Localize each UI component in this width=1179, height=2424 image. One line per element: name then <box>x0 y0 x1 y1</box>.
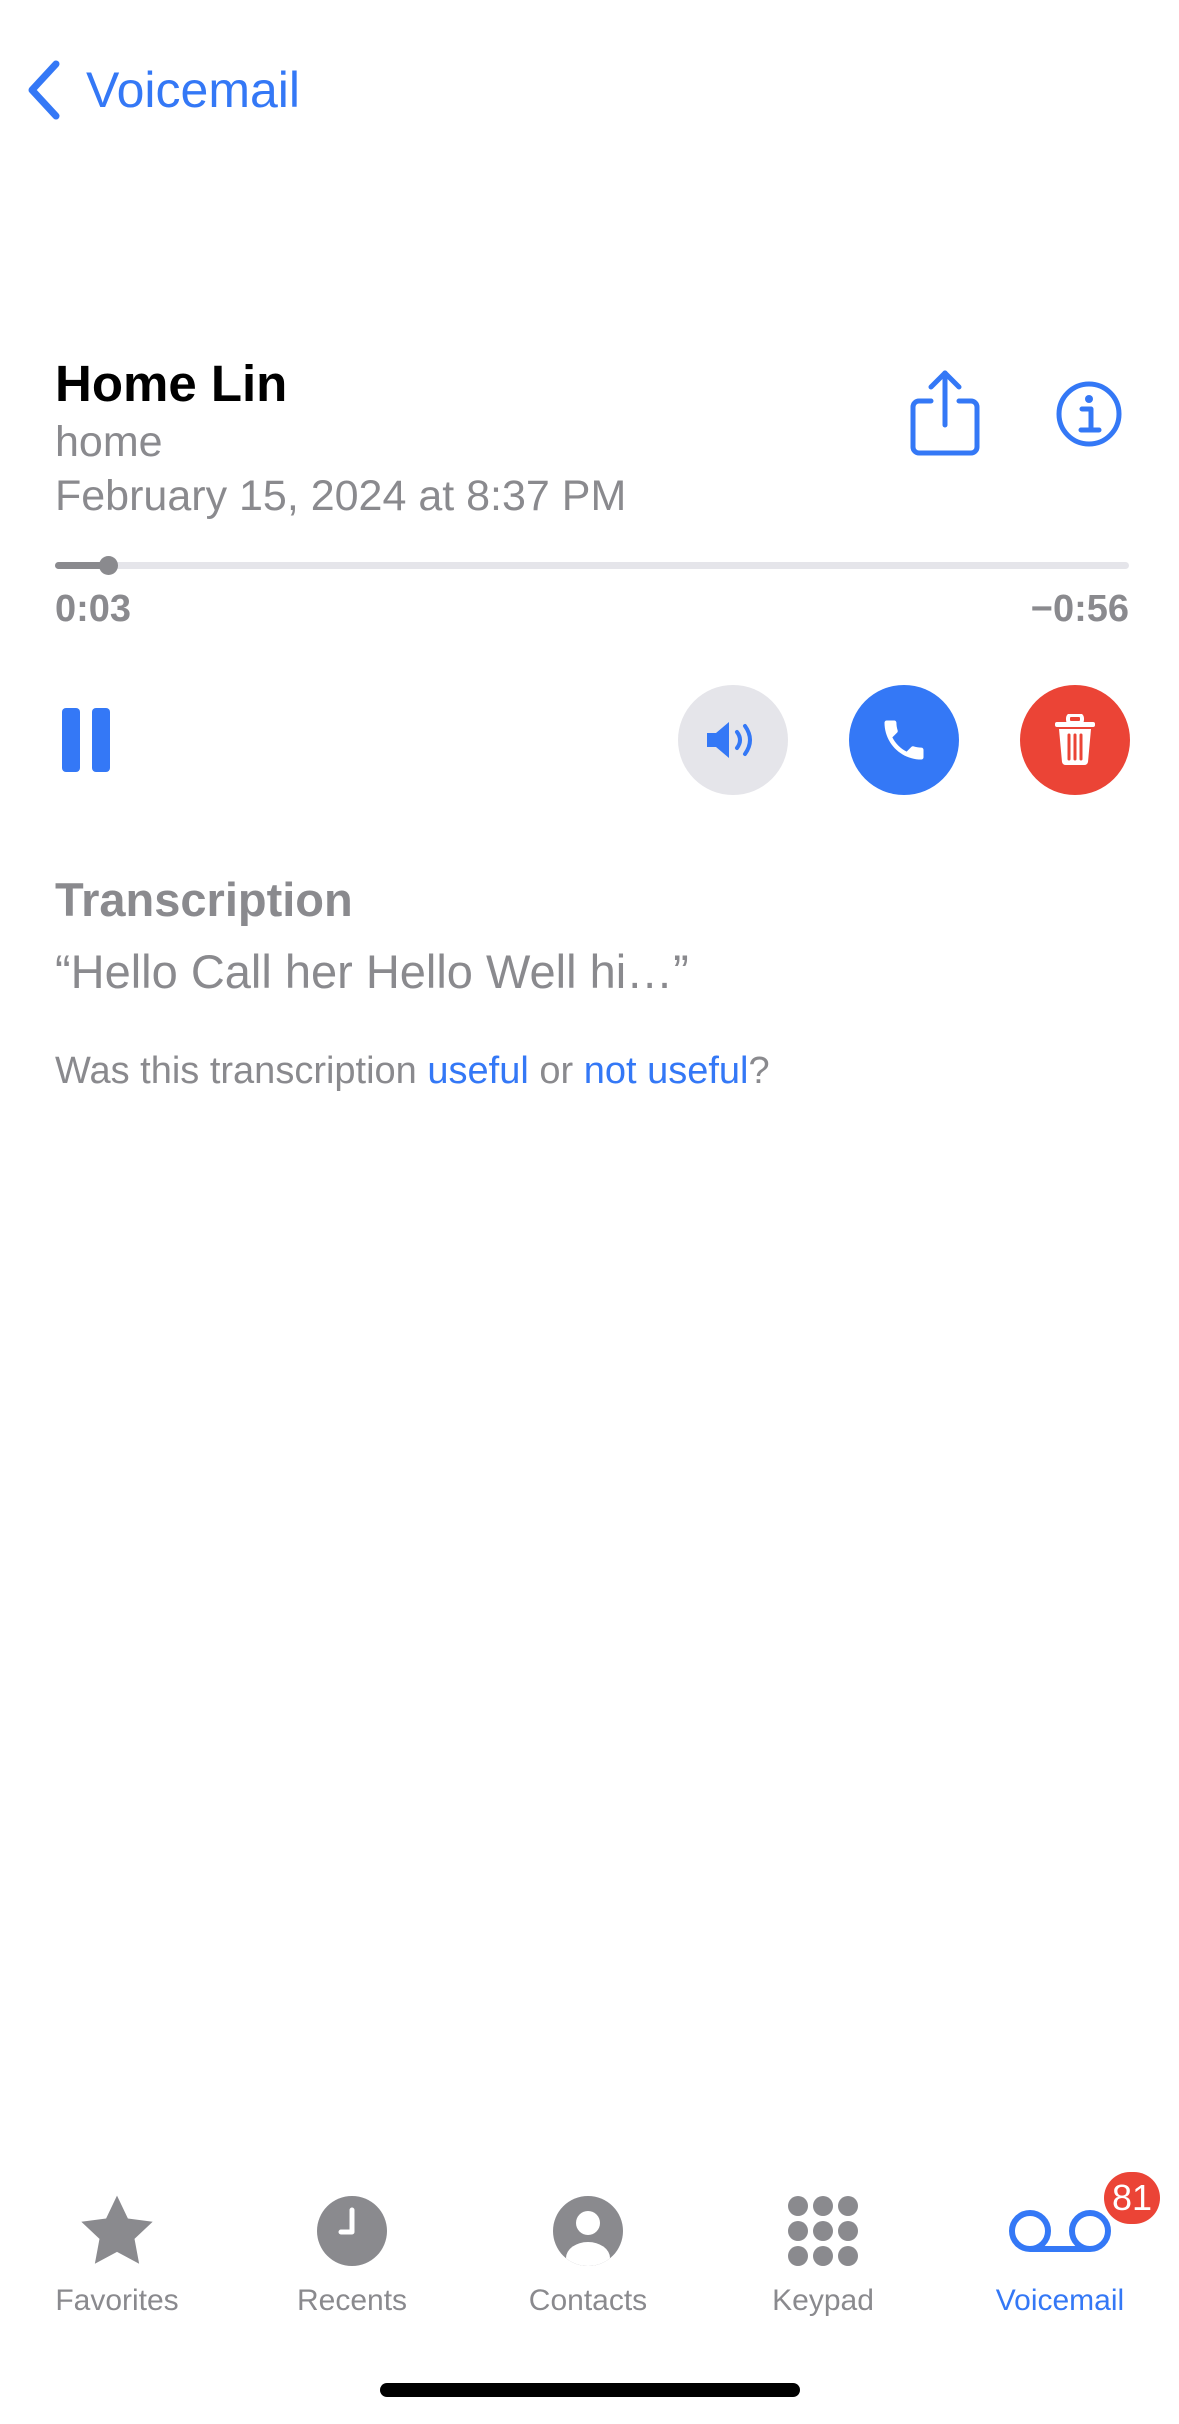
elapsed-time: 0:03 <box>55 588 132 630</box>
speaker-button[interactable] <box>678 685 788 795</box>
transcription-text: “Hello Call her Hello Well hi…” <box>55 945 689 998</box>
transcription-title: Transcription <box>55 873 353 926</box>
info-icon <box>1056 381 1122 447</box>
phone-icon <box>884 720 924 760</box>
pause-icon <box>62 708 80 772</box>
home-indicator <box>380 2383 800 2397</box>
playback-scrubber[interactable] <box>55 556 1129 575</box>
share-icon <box>910 370 980 456</box>
remaining-time: −0:56 <box>1030 588 1129 630</box>
back-button[interactable]: Voicemail <box>24 58 300 122</box>
feedback-or: or <box>528 1050 584 1092</box>
transcription-feedback: Was this transcription useful or not use… <box>55 1050 770 1093</box>
feedback-suffix: ? <box>748 1050 770 1092</box>
tab-label-keypad: Keypad <box>772 2284 874 2317</box>
voicemail-icon <box>1009 2210 1111 2252</box>
call-back-button[interactable] <box>849 685 959 795</box>
info-button[interactable] <box>1055 380 1123 448</box>
trash-icon <box>1055 714 1095 766</box>
voicemail-date: February 15, 2024 at 8:37 PM <box>55 472 627 520</box>
share-button[interactable] <box>905 367 985 459</box>
star-icon <box>81 2195 153 2264</box>
voicemail-badge: 81 <box>1103 2172 1160 2224</box>
tab-label-contacts: Contacts <box>528 2284 648 2317</box>
tab-keypad[interactable]: Keypad <box>723 2186 923 2318</box>
keypad-icon <box>788 2196 858 2266</box>
clock-icon <box>317 2196 387 2266</box>
playback-knob[interactable] <box>98 556 118 575</box>
pause-button[interactable] <box>60 708 112 772</box>
tab-label-favorites: Favorites <box>55 2284 179 2317</box>
back-button-label: Voicemail <box>86 62 300 118</box>
speaker-icon <box>707 722 752 758</box>
tab-recents[interactable]: Recents <box>252 2186 452 2318</box>
tab-label-recents: Recents <box>296 2284 408 2317</box>
useful-link[interactable]: useful <box>427 1050 528 1092</box>
person-circle-icon <box>553 2196 623 2266</box>
contact-name: Home Lin <box>55 355 288 412</box>
tab-favorites[interactable]: Favorites <box>17 2186 217 2318</box>
tab-contacts[interactable]: Contacts <box>488 2186 688 2318</box>
contact-label: home <box>55 418 163 466</box>
tab-voicemail[interactable]: 81 Voicemail <box>960 2172 1160 2318</box>
chevron-left-icon <box>28 60 60 120</box>
tab-label-voicemail: Voicemail <box>995 2284 1125 2317</box>
not-useful-link[interactable]: not useful <box>584 1050 749 1092</box>
delete-button[interactable] <box>1020 685 1130 795</box>
feedback-prefix: Was this transcription <box>55 1050 428 1092</box>
